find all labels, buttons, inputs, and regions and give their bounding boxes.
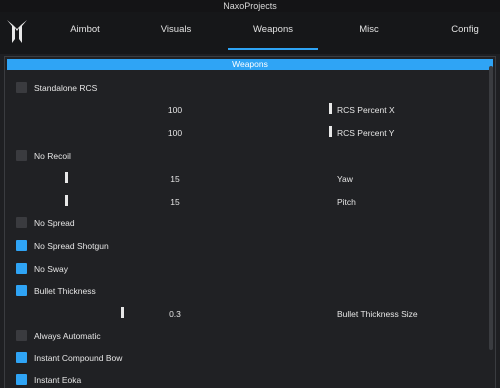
standalone-rcs-checkbox[interactable] xyxy=(16,82,27,93)
bullet-thickness-row: Bullet Thickness xyxy=(5,283,497,301)
no-spread-shotgun-row: No Spread Shotgun xyxy=(5,238,497,256)
no-spread-row: No Spread xyxy=(5,215,497,233)
no-spread-shotgun-label: No Spread Shotgun xyxy=(34,241,109,251)
bullet-thickness-size-slider[interactable]: 0.3 xyxy=(65,306,335,322)
instant-compound-bow-row: Instant Compound Bow xyxy=(5,350,497,368)
panel-scrollbar[interactable] xyxy=(489,66,493,350)
tab-visuals[interactable]: Visuals xyxy=(131,24,221,56)
tab-weapons[interactable]: Weapons xyxy=(228,24,318,56)
pitch-thumb[interactable] xyxy=(65,195,68,206)
always-automatic-checkbox[interactable] xyxy=(16,330,27,341)
bullet-thickness-size-label: Bullet Thickness Size xyxy=(337,309,418,319)
window-title: NaxoProjects xyxy=(0,0,500,12)
tab-aimbot[interactable]: Aimbot xyxy=(40,24,130,56)
instant-eoka-checkbox[interactable] xyxy=(16,374,27,385)
no-recoil-checkbox[interactable] xyxy=(16,150,27,161)
rcs-percent-x-thumb[interactable] xyxy=(329,103,332,114)
rcs-percent-y-value: 100 xyxy=(167,128,183,138)
rcs-percent-x-row: 100 RCS Percent X xyxy=(5,102,497,120)
bullet-thickness-size-value: 0.3 xyxy=(169,309,181,319)
bullet-thickness-size-row: 0.3 Bullet Thickness Size xyxy=(5,306,497,324)
rcs-percent-y-row: 100 RCS Percent Y xyxy=(5,125,497,143)
yaw-row: 15 Yaw xyxy=(5,171,497,189)
standalone-rcs-row: Standalone RCS xyxy=(5,80,497,98)
bullet-thickness-size-thumb[interactable] xyxy=(121,307,124,318)
yaw-slider[interactable]: 15 xyxy=(65,171,335,187)
tab-config[interactable]: Config xyxy=(420,24,500,56)
instant-compound-bow-label: Instant Compound Bow xyxy=(34,353,123,363)
no-spread-shotgun-checkbox[interactable] xyxy=(16,240,27,251)
always-automatic-row: Always Automatic xyxy=(5,328,497,346)
pitch-value: 15 xyxy=(170,197,180,207)
rcs-percent-y-slider[interactable]: 100 xyxy=(65,125,335,141)
yaw-value: 15 xyxy=(170,174,180,184)
yaw-label: Yaw xyxy=(337,174,353,184)
bullet-thickness-label: Bullet Thickness xyxy=(34,286,96,296)
header: Aimbot Visuals Weapons Misc Config xyxy=(0,12,500,54)
no-sway-checkbox[interactable] xyxy=(16,263,27,274)
pitch-row: 15 Pitch xyxy=(5,194,497,212)
yaw-thumb[interactable] xyxy=(65,172,68,183)
rcs-percent-y-label: RCS Percent Y xyxy=(337,128,395,138)
no-sway-row: No Sway xyxy=(5,261,497,279)
bullet-thickness-checkbox[interactable] xyxy=(16,285,27,296)
rcs-percent-x-slider[interactable]: 100 xyxy=(65,102,335,118)
instant-eoka-row: Instant Eoka xyxy=(5,372,497,388)
rcs-percent-x-label: RCS Percent X xyxy=(337,105,395,115)
no-recoil-label: No Recoil xyxy=(34,151,71,161)
always-automatic-label: Always Automatic xyxy=(34,331,101,341)
instant-eoka-label: Instant Eoka xyxy=(34,375,82,385)
rcs-percent-x-value: 100 xyxy=(167,105,183,115)
logo-icon xyxy=(7,20,27,43)
weapons-panel: Weapons Standalone RCS 100 RCS Percent X… xyxy=(4,56,496,388)
no-sway-label: No Sway xyxy=(34,264,69,274)
standalone-rcs-label: Standalone RCS xyxy=(34,83,98,93)
instant-compound-bow-checkbox[interactable] xyxy=(16,352,27,363)
no-recoil-row: No Recoil xyxy=(5,148,497,166)
rcs-percent-y-thumb[interactable] xyxy=(329,126,332,137)
no-spread-label: No Spread xyxy=(34,218,75,228)
no-spread-checkbox[interactable] xyxy=(16,217,27,228)
pitch-label: Pitch xyxy=(337,197,356,207)
tab-misc[interactable]: Misc xyxy=(324,24,414,56)
pitch-slider[interactable]: 15 xyxy=(65,194,335,210)
section-title: Weapons xyxy=(7,59,493,70)
